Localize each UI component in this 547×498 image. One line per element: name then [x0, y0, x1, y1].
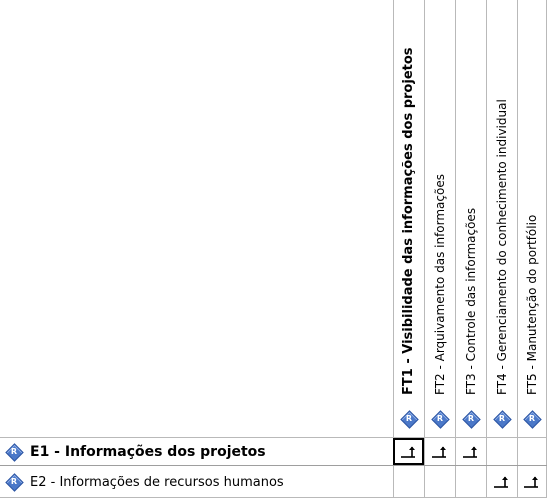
- column-label: FT1 - Visibilidade das informações dos p…: [401, 47, 416, 395]
- matrix-cell[interactable]: [424, 438, 455, 465]
- matrix-cell[interactable]: [517, 466, 547, 497]
- dependency-arrow-icon: [462, 445, 480, 459]
- matrix-cell[interactable]: [455, 438, 486, 465]
- row-label: E1 - Informações dos projetos: [30, 444, 266, 460]
- column-header-ft3[interactable]: FT3 - Controle das informações R: [455, 0, 486, 437]
- dependency-arrow-icon: [400, 445, 418, 459]
- row-header-e2[interactable]: R E2 - Informações de recursos humanos: [6, 466, 284, 498]
- matrix-cell[interactable]: [486, 438, 517, 465]
- matrix-row-e2: R E2 - Informações de recursos humanos: [0, 465, 547, 498]
- requirement-icon: R: [463, 411, 479, 431]
- requirement-icon: R: [494, 411, 510, 431]
- column-header-ft4[interactable]: FT4 - Gerenciamento do conhecimento indi…: [486, 0, 517, 437]
- matrix-cell[interactable]: [393, 466, 424, 497]
- matrix-cell[interactable]: [517, 438, 547, 465]
- column-label: FT3 - Controle das informações: [464, 207, 478, 395]
- column-header-ft2[interactable]: FT2 - Arquivamento das informações R: [424, 0, 455, 437]
- column-label: FT5 - Manutenção do portfólio: [525, 214, 539, 395]
- requirement-icon: R: [6, 474, 22, 490]
- column-header-ft5[interactable]: FT5 - Manutenção do portfólio R: [517, 0, 547, 437]
- dependency-matrix: FT1 - Visibilidade das informações dos p…: [0, 0, 547, 498]
- dependency-arrow-icon: [493, 475, 511, 489]
- requirement-icon: R: [401, 411, 417, 431]
- matrix-row-e1: R E1 - Informações dos projetos: [0, 437, 547, 465]
- row-label: E2 - Informações de recursos humanos: [30, 474, 284, 490]
- column-label: FT4 - Gerenciamento do conhecimento indi…: [495, 99, 509, 395]
- requirement-icon: R: [6, 444, 22, 460]
- column-label: FT2 - Arquivamento das informações: [433, 174, 447, 395]
- requirement-icon: R: [524, 411, 540, 431]
- dependency-arrow-icon: [523, 475, 541, 489]
- matrix-cell[interactable]: [393, 438, 424, 465]
- dependency-arrow-icon: [431, 445, 449, 459]
- requirement-icon: R: [432, 411, 448, 431]
- row-header-e1[interactable]: R E1 - Informações dos projetos: [6, 438, 266, 466]
- matrix-cell[interactable]: [424, 466, 455, 497]
- matrix-cell[interactable]: [455, 466, 486, 497]
- matrix-cell[interactable]: [486, 466, 517, 497]
- column-header-ft1[interactable]: FT1 - Visibilidade das informações dos p…: [393, 0, 424, 437]
